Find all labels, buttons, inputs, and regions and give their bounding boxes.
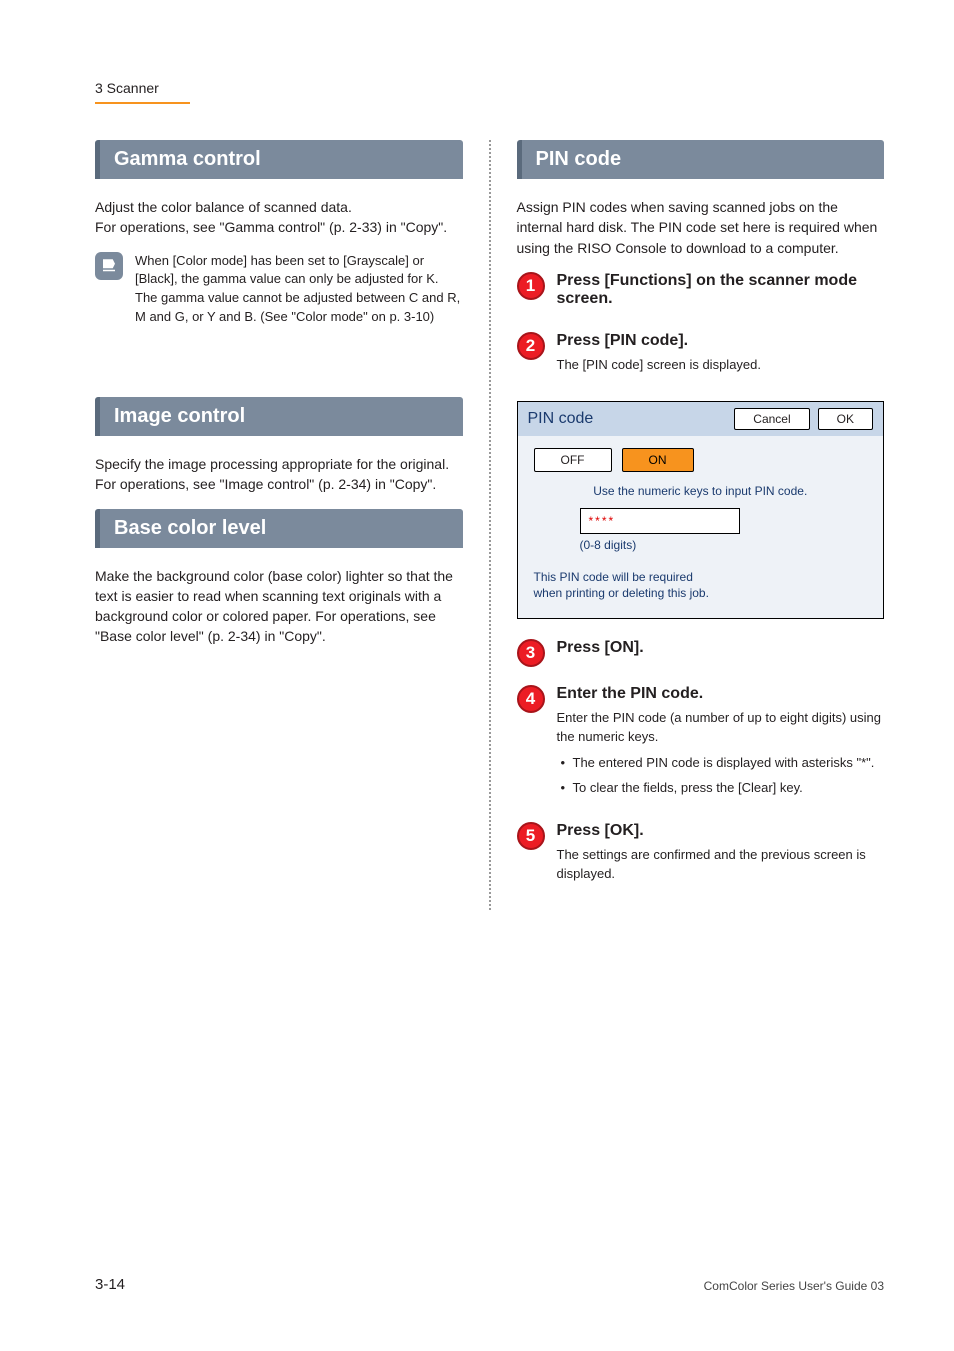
step-3-title: Press [ON]. [557,639,885,657]
step-2-desc: The [PIN code] screen is displayed. [557,356,885,375]
shot-note-1: This PIN code will be required [534,570,868,584]
cancel-button[interactable]: Cancel [734,408,809,430]
step-1: 1 Press [Functions] on the scanner mode … [517,272,885,314]
step-badge-3: 3 [517,639,545,667]
ok-button[interactable]: OK [818,408,873,430]
base-body: Make the background color (base color) l… [95,566,463,647]
step-5-title: Press [OK]. [557,822,885,840]
section-gamma-title: Gamma control [95,140,463,179]
pin-input[interactable]: **** [580,508,740,534]
shot-note-2: when printing or deleting this job. [534,586,868,600]
breadcrumb-underline [95,102,190,104]
gamma-note: When [Color mode] has been set to [Grays… [135,252,463,327]
step-4-desc: Enter the PIN code (a number of up to ei… [557,709,885,747]
section-pin-title: PIN code [517,140,885,179]
step-3: 3 Press [ON]. [517,639,885,667]
section-image-title: Image control [95,397,463,436]
gamma-body: Adjust the color balance of scanned data… [95,197,463,238]
shot-hint: Use the numeric keys to input PIN code. [534,484,868,498]
pin-intro: Assign PIN codes when saving scanned job… [517,197,885,258]
step-2: 2 Press [PIN code]. The [PIN code] scree… [517,332,885,383]
footer-text: ComColor Series User's Guide 03 [704,1279,884,1293]
step-4-bullet-1: The entered PIN code is displayed with a… [561,754,885,773]
step-4: 4 Enter the PIN code. Enter the PIN code… [517,685,885,804]
step-badge-2: 2 [517,332,545,360]
pin-screenshot: PIN code Cancel OK OFF ON Use the numeri… [517,401,885,619]
step-5-desc: The settings are confirmed and the previ… [557,846,885,884]
image-body: Specify the image processing appropriate… [95,454,463,495]
section-base-title: Base color level [95,509,463,548]
off-toggle[interactable]: OFF [534,448,612,472]
shot-title: PIN code [528,410,594,428]
pin-range: (0-8 digits) [580,538,868,552]
note-icon [95,252,123,280]
right-column: PIN code Assign PIN codes when saving sc… [489,140,885,910]
breadcrumb: 3 Scanner [95,80,884,96]
step-badge-5: 5 [517,822,545,850]
step-1-title: Press [Functions] on the scanner mode sc… [557,272,885,308]
step-2-title: Press [PIN code]. [557,332,885,350]
step-4-bullet-2: To clear the fields, press the [Clear] k… [561,779,885,798]
step-badge-4: 4 [517,685,545,713]
left-column: Gamma control Adjust the color balance o… [95,140,463,910]
on-toggle[interactable]: ON [622,448,694,472]
step-4-title: Enter the PIN code. [557,685,885,703]
step-5: 5 Press [OK]. The settings are confirmed… [517,822,885,892]
step-badge-1: 1 [517,272,545,300]
page-number: 3-14 [95,1276,125,1293]
